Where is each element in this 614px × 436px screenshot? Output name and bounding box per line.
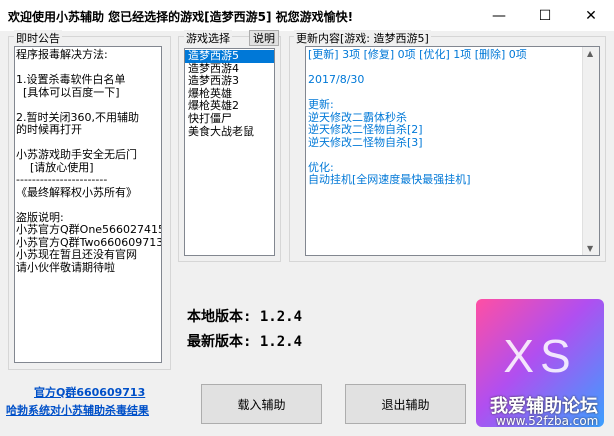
update-title: 更新: <box>308 98 334 111</box>
announcement-line: 程序报毒解决方法: <box>16 48 108 61</box>
announcement-textbox[interactable]: 程序报毒解决方法: 1.设置杀毒软件白名单 [具体可以百度一下] 2.暂时关闭3… <box>14 46 162 363</box>
announcement-line: 小苏官方Q群One566027415 <box>16 223 162 236</box>
scroll-down-icon[interactable]: ▼ <box>587 244 593 253</box>
close-button[interactable]: ✕ <box>568 0 614 31</box>
title-bar: 欢迎使用小苏辅助 您已经选择的游戏[造梦西游5] 祝您游戏愉快! — ☐ ✕ <box>0 0 614 31</box>
game-list-item[interactable]: 造梦西游5 <box>185 49 274 63</box>
announcement-line: [具体可以百度一下] <box>16 85 120 99</box>
local-version: 本地版本: 1.2.4 <box>187 309 303 325</box>
update-item: 逆天修改二怪物自杀[3] <box>308 135 423 149</box>
game-list-item[interactable]: 造梦西游3 <box>185 75 274 88</box>
minimize-button[interactable]: — <box>476 0 522 31</box>
load-button[interactable]: 载入辅助 <box>201 384 322 424</box>
exit-button[interactable]: 退出辅助 <box>345 384 466 424</box>
announcement-line <box>16 99 160 112</box>
announcement-line: 请小伙伴敬请期待啦 <box>16 260 115 274</box>
watermark-url: www.52fzba.com <box>496 414 599 428</box>
game-list: 造梦西游5 造梦西游4 造梦西游3 爆枪英雄 爆枪英雄2 快打僵尸 美食大战老鼠 <box>185 49 274 138</box>
update-summary: [更新] 3项 [修复] 0项 [优化] 1项 [删除] 0项 <box>308 48 527 61</box>
window-title: 欢迎使用小苏辅助 您已经选择的游戏[造梦西游5] 祝您游戏愉快! <box>8 10 354 24</box>
maximize-button[interactable]: ☐ <box>522 0 568 31</box>
announcement-line <box>16 199 160 212</box>
announcement-line: 的时候再打开 <box>16 123 82 136</box>
update-textbox[interactable]: [更新] 3项 [修复] 0项 [优化] 1项 [删除] 0项 2017/8/3… <box>305 46 600 256</box>
announcement-line: 小苏游戏助手安全无后门 <box>16 148 137 161</box>
update-scrollbar[interactable]: ▲ ▼ <box>582 47 599 255</box>
minimize-icon: — <box>492 7 506 24</box>
game-list-item[interactable]: 快打僵尸 <box>185 112 274 126</box>
announcement-label: 即时公告 <box>14 30 62 46</box>
update-label: 更新内容[游戏: 造梦西游5] <box>294 30 431 46</box>
optimize-item: 自动挂机[全网速度最快最强挂机] <box>308 173 471 186</box>
update-item: 逆天修改二怪物自杀[2] <box>308 123 423 136</box>
scroll-up-icon[interactable]: ▲ <box>587 49 593 58</box>
maximize-icon: ☐ <box>538 7 552 24</box>
announcement-line: 《最终解释权小苏所有》 <box>16 185 137 199</box>
announcement-text: 程序报毒解决方法: 1.设置杀毒软件白名单 [具体可以百度一下] 2.暂时关闭3… <box>15 47 161 276</box>
game-listbox[interactable]: 造梦西游5 造梦西游4 造梦西游3 爆枪英雄 爆枪英雄2 快打僵尸 美食大战老鼠 <box>184 48 275 256</box>
help-button[interactable]: 说明 <box>249 30 279 46</box>
qq-group-link[interactable]: 官方Q群660609713 <box>34 384 145 400</box>
announcement-line: ----------------------- <box>16 173 108 186</box>
watermark-logo-text: XS <box>503 330 577 382</box>
announcement-line: 小苏现在暂且还没有官网 <box>16 248 137 261</box>
close-icon: ✕ <box>585 7 597 24</box>
game-select-label: 游戏选择 <box>184 30 232 46</box>
game-list-item[interactable]: 美食大战老鼠 <box>185 125 274 139</box>
announcement-line: 1.设置杀毒软件白名单 <box>16 73 126 86</box>
latest-version: 最新版本: 1.2.4 <box>187 334 303 350</box>
antivirus-result-link[interactable]: 哈勃系统对小苏辅助杀毒结果 <box>6 402 149 418</box>
update-date: 2017/8/30 <box>308 73 365 86</box>
